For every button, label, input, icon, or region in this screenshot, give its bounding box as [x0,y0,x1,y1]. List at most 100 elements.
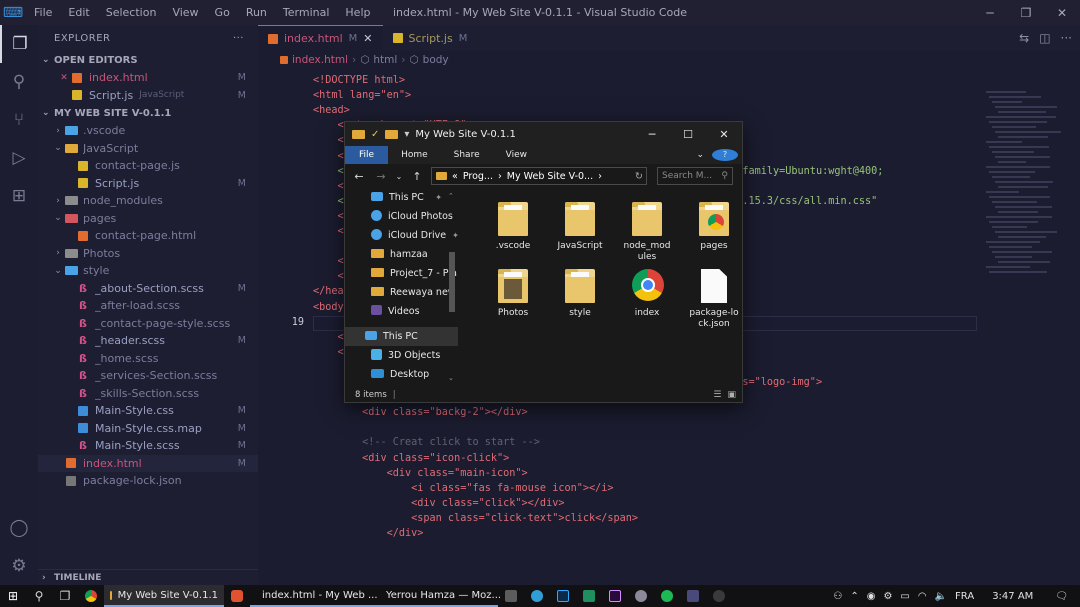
menu-help[interactable]: Help [337,0,378,25]
close-icon[interactable]: ✕ [706,122,742,146]
ribbon-tab-share[interactable]: Share [441,146,493,164]
tree-item[interactable]: ß Main-Style.scss M [38,437,258,455]
code-line[interactable]: <!DOCTYPE html> [313,75,405,86]
tree-item[interactable]: › .vscode [38,122,258,140]
nav-pane-item[interactable]: This PC [345,327,458,346]
notifications-icon[interactable]: 🗨 [1055,591,1068,602]
extensions-icon[interactable]: ⊞ [0,177,38,215]
minimap[interactable] [986,69,1066,585]
terminal-icon[interactable] [576,585,602,607]
pin-icon[interactable]: ✦ [435,193,442,202]
spotify-icon[interactable] [654,585,680,607]
chrome-tray-icon[interactable]: ◉ [867,591,876,602]
app-icon[interactable] [628,585,654,607]
minimize-icon[interactable]: ─ [634,122,670,146]
run-debug-icon[interactable]: ▷ [0,139,38,177]
tree-item[interactable]: package-lock.json [38,472,258,490]
clock[interactable]: 3:47 AM [992,591,1033,602]
language-indicator[interactable]: FRA [955,591,974,602]
ribbon-tab-home[interactable]: Home [388,146,441,164]
recent-dropdown-icon[interactable]: ⌄ [395,172,403,181]
scroll-thumb[interactable] [449,252,455,312]
file-item[interactable]: node_mod ules [616,202,678,263]
nav-pane-item[interactable]: Videos [345,302,458,321]
details-view-icon[interactable]: ☰ [713,390,721,400]
close-icon[interactable]: ✕ [1044,0,1080,25]
maximize-icon[interactable]: ☐ [670,122,706,146]
open-editor-item[interactable]: ✕ index.html M [38,69,258,87]
windows-start-icon[interactable]: ⊞ [0,585,26,607]
ribbon-tab-view[interactable]: View [493,146,540,164]
open-editor-item[interactable]: Script.js JavaScript M [38,87,258,105]
chevron-down-icon[interactable]: ⌄ [696,146,704,164]
taskbar-app-firefox[interactable]: Yerrou Hamza — Moz... [374,585,501,607]
project-section[interactable]: ⌄ MY WEB SITE V-0.1.1 [38,104,258,122]
tray-app-icon[interactable]: ⚙ [883,591,892,602]
tree-item[interactable]: ⌄ JavaScript [38,140,258,158]
tree-item[interactable]: Main-Style.css.map M [38,420,258,438]
breadcrumb-html[interactable]: html [373,54,397,66]
restore-icon[interactable]: ❐ [1008,0,1044,25]
photoshop-icon[interactable] [550,585,576,607]
tree-item[interactable]: ß _about-Section.scss M [38,280,258,298]
menu-selection[interactable]: Selection [98,0,165,25]
search-icon[interactable]: ⚲ [0,63,38,101]
taskbar-app-vscode[interactable]: index.html - My Web ... [250,585,378,607]
chrome-icon[interactable] [78,585,104,607]
up-arrow-icon[interactable]: ↑ [409,170,425,183]
settings-gear-icon[interactable]: ⚙ [0,547,38,585]
tree-item[interactable]: ⌄ style [38,262,258,280]
brave-icon[interactable] [224,585,250,607]
show-hidden-icons-icon[interactable]: ⌃ [850,591,858,602]
fe-search-box[interactable]: Search M... ⚲ [657,167,733,185]
open-editors-section[interactable]: ⌄ OPEN EDITORS [38,51,258,69]
menu-view[interactable]: View [164,0,206,25]
file-item[interactable]: .vscode [482,202,544,252]
code-line[interactable]: <!-- Creat click to start --> [313,437,540,448]
menu-edit[interactable]: Edit [60,0,97,25]
tree-item[interactable]: › node_modules [38,192,258,210]
nav-pane-item[interactable]: hamzaa [345,245,458,264]
menu-run[interactable]: Run [238,0,275,25]
path-segment[interactable]: My Web Site V-0... [507,171,593,182]
tree-item[interactable]: contact-page.js [38,157,258,175]
file-item[interactable]: JavaScript [549,202,611,252]
scroll-up-icon[interactable]: ⌃ [448,192,454,200]
breadcrumb-body[interactable]: body [423,54,449,66]
timeline-section[interactable]: › TIMELINE [38,569,258,585]
menu-go[interactable]: Go [207,0,238,25]
people-icon[interactable]: ⚇ [833,591,842,602]
calculator-icon[interactable] [498,585,524,607]
edge-icon[interactable] [524,585,550,607]
more-actions-icon[interactable]: ··· [233,33,244,44]
tree-item[interactable]: ß _home.scss [38,350,258,368]
nav-pane-item[interactable]: iCloud Drive ✦ [345,226,458,245]
source-control-icon[interactable]: ⑂ [0,101,38,139]
battery-icon[interactable]: ▭ [900,591,909,602]
path-segment[interactable]: Prog... [463,171,493,182]
large-icons-view-icon[interactable]: ▣ [727,390,736,400]
account-icon[interactable]: ◯ [0,509,38,547]
tree-item[interactable]: index.html M [38,454,258,472]
tree-item[interactable]: ß _contact-page-style.scss [38,315,258,333]
breadcrumb-file[interactable]: index.html [292,54,348,66]
nav-pane-item[interactable]: 3D Objects [345,346,458,365]
path-overflow[interactable]: « [452,171,458,182]
tree-item[interactable]: ß _after-load.scss [38,297,258,315]
network-icon[interactable]: ◠ [918,591,927,602]
premiere-icon[interactable] [602,585,628,607]
nav-pane-item[interactable]: Desktop [345,365,458,384]
tree-item[interactable]: ß _skills-Section.scss [38,385,258,403]
tree-item[interactable]: Script.js M [38,175,258,193]
file-item[interactable]: style [549,269,611,319]
compare-icon[interactable]: ⇆ [1019,31,1029,45]
tab-index-html[interactable]: index.html M ✕ [258,25,383,51]
more-actions-icon[interactable]: ··· [1061,31,1072,45]
new-folder-icon[interactable] [385,129,399,139]
tab-script-js[interactable]: Script.js M [383,25,478,51]
close-tab-icon[interactable]: ✕ [363,32,372,45]
ribbon-tab-file[interactable]: File [345,146,389,164]
taskbar-app-file-explorer[interactable]: My Web Site V-0.1.1 [104,585,224,607]
back-arrow-icon[interactable]: ← [351,170,367,183]
split-editor-icon[interactable]: ◫ [1039,31,1050,45]
